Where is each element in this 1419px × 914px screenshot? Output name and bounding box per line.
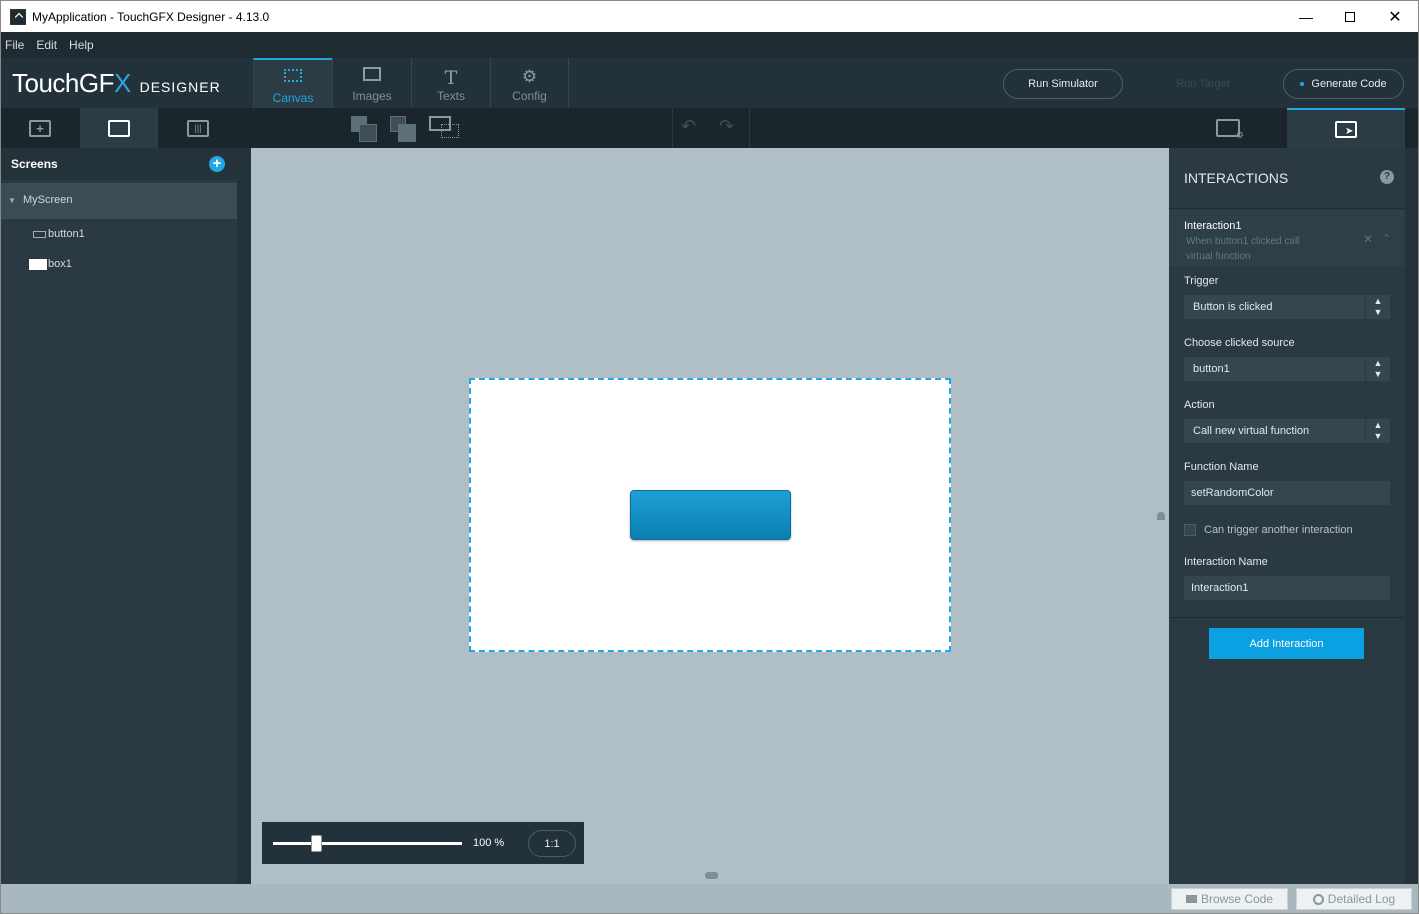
delete-interaction-icon[interactable]: ✕ [1363,232,1373,246]
folder-icon [1185,895,1197,903]
redo-icon[interactable]: ↷ [719,116,734,137]
screen-icon [108,119,130,137]
toolbar: + ||| ↶ ↷ ⚙ ➤ [1,108,1418,148]
tab-texts[interactable]: T Texts [411,58,490,108]
add-interaction-button[interactable]: Add Interaction [1209,628,1364,659]
interaction-name-input[interactable]: Interaction1 [1184,576,1390,600]
detailed-log-button[interactable]: Detailed Log [1296,888,1412,910]
box-widget-icon [29,258,47,270]
button1-widget[interactable] [630,490,791,540]
search-icon [1312,893,1324,905]
interactions-panel: INTERACTIONS ? Interaction1 When button1… [1169,148,1405,884]
status-dot-icon [1300,82,1305,86]
run-simulator-button[interactable]: Run Simulator [1003,69,1123,99]
chain-checkbox[interactable] [1184,524,1196,536]
screens-panel: Screens + ▼ MyScreen button1 box1 [1,148,251,884]
updown-arrow-icon: ▲ ▼ [1365,295,1390,319]
menu-help[interactable]: Help [69,38,94,52]
status-bar: Browse Code Detailed Log [1,884,1418,913]
canvas-icon [254,69,332,91]
text-icon: T [444,67,458,89]
menu-bar: File Edit Help [1,32,1418,58]
tab-screens[interactable] [80,108,158,148]
tab-properties[interactable]: ||| [159,108,237,148]
tab-interactions[interactable]: ➤ [1287,108,1405,148]
zoom-reset-button[interactable]: 1:1 [528,830,576,857]
close-button[interactable]: ✕ [1372,1,1418,32]
add-widget-icon: + [29,119,51,137]
design-canvas[interactable]: 100 % 1:1 [251,148,1169,884]
tab-config[interactable]: ⚙ Config [490,58,569,108]
image-icon [333,67,411,89]
source-select[interactable]: button1 ▲ ▼ [1184,357,1390,381]
action-label: Action [1184,399,1215,411]
updown-arrow-icon: ▲ ▼ [1365,419,1390,443]
action-select[interactable]: Call new virtual function ▲ ▼ [1184,419,1390,443]
interaction-item[interactable]: Interaction1 When button1 clicked call v… [1169,210,1405,266]
undo-icon[interactable]: ↶ [681,116,696,137]
generate-code-button[interactable]: Generate Code [1283,69,1404,99]
zoom-percent: 100 % [473,837,505,849]
vertical-scroll-handle[interactable] [1157,512,1165,520]
tab-screen-properties[interactable]: ⚙ [1189,108,1267,148]
interaction-icon: ➤ [1335,120,1357,138]
title-bar: MyApplication - TouchGFX Designer - 4.13… [1,1,1418,32]
trigger-select[interactable]: Button is clicked ▲ ▼ [1184,295,1390,319]
screen-preview[interactable] [469,378,951,652]
help-icon[interactable]: ? [1380,170,1394,184]
chevron-down-icon: ▼ [8,196,16,205]
interactions-title: INTERACTIONS [1184,170,1289,186]
right-scrollbar[interactable] [1405,148,1418,884]
tab-canvas[interactable]: Canvas [253,58,332,108]
tree-item-box1[interactable]: box1 [1,258,237,280]
main-header: TouchGFX DESIGNER Canvas Images T Texts … [1,58,1418,108]
window-title: MyApplication - TouchGFX Designer - 4.13… [32,9,270,24]
add-screen-icon[interactable]: + [209,156,225,172]
browse-code-button[interactable]: Browse Code [1171,888,1288,910]
interaction-name-label: Interaction Name [1184,556,1268,568]
touchgfx-logo: TouchGFX DESIGNER [12,68,221,98]
zoom-slider-track[interactable] [273,842,462,845]
source-label: Choose clicked source [1184,337,1295,349]
left-scrollbar[interactable] [237,148,251,884]
tab-images[interactable]: Images [332,58,411,108]
tree-item-myscreen[interactable]: ▼ MyScreen [1,183,237,219]
collapse-icon[interactable]: ⌃ [1382,232,1391,245]
app-icon [10,8,26,25]
maximize-button[interactable] [1327,1,1373,32]
horizontal-scroll-handle[interactable] [705,872,718,879]
screen-settings-icon: ⚙ [1216,119,1244,140]
send-backward-icon[interactable] [390,116,416,142]
menu-file[interactable]: File [5,38,24,52]
function-name-label: Function Name [1184,461,1259,473]
run-target-button[interactable]: Run Target [1143,69,1263,99]
trigger-label: Trigger [1184,275,1219,287]
updown-arrow-icon: ▲ ▼ [1365,357,1390,381]
button-widget-icon [33,230,46,238]
tab-add-widget[interactable]: + [1,108,79,148]
screens-header: Screens + [1,148,237,180]
application-window: MyApplication - TouchGFX Designer - 4.13… [0,0,1419,914]
chain-label: Can trigger another interaction [1204,524,1353,536]
gear-icon: ⚙ [521,67,538,86]
minimize-button[interactable]: — [1283,1,1329,32]
tree-item-button1[interactable]: button1 [1,228,237,250]
menu-edit[interactable]: Edit [36,38,57,52]
function-name-input[interactable]: setRandomColor [1184,481,1390,505]
zoom-slider-thumb[interactable] [310,835,322,852]
fit-to-screen-icon[interactable] [429,116,461,140]
sliders-icon: ||| [187,119,209,137]
bring-forward-icon[interactable] [351,116,377,142]
zoom-bar: 100 % 1:1 [262,822,584,864]
